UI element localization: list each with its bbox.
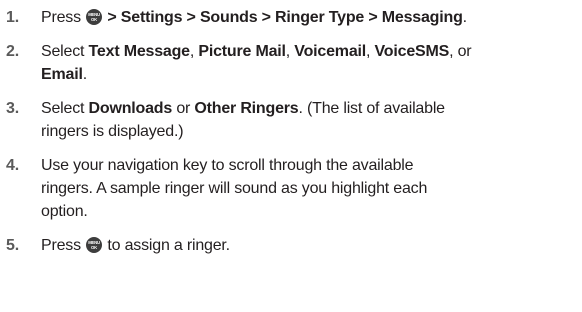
menu-ok-key-icon: MENU OK — [86, 9, 103, 25]
option-other-ringers: Other Ringers — [194, 100, 299, 117]
steps-list: 1. Press MENU OK > Settings > Sounds > R… — [6, 6, 582, 257]
step-number: 2. — [6, 43, 19, 60]
step-number: 1. — [6, 9, 19, 26]
svg-text:OK: OK — [91, 17, 97, 22]
step-text-line-1: Select Text Message, Picture Mail, Voice… — [41, 43, 472, 60]
menu-ok-key-icon: MENU OK — [86, 237, 103, 253]
step-4: 4. Use your navigation key to scroll thr… — [6, 154, 582, 223]
menu-path: > Settings > Sounds > Ringer Type > Mess… — [107, 9, 463, 26]
option-picture-mail: Picture Mail — [198, 43, 286, 60]
instructions-document: 1. Press MENU OK > Settings > Sounds > R… — [0, 0, 582, 312]
step-text: Press MENU OK > Settings > Sounds > Ring… — [41, 9, 467, 26]
step-number: 4. — [6, 157, 19, 174]
option-email: Email — [41, 66, 83, 83]
step-text-line-2: Email. — [41, 66, 87, 83]
option-voicemail: Voicemail — [294, 43, 367, 60]
step-number: 5. — [6, 237, 19, 254]
step-text-line-1: Use your navigation key to scroll throug… — [41, 157, 414, 174]
svg-text:OK: OK — [91, 245, 97, 250]
step-text-line-2: ringers. A sample ringer will sound as y… — [41, 180, 428, 197]
step-5: 5. Press MENU OK to assign a ringer. — [6, 234, 582, 257]
step-text-line-2: ringers is displayed.) — [41, 123, 184, 140]
option-voicesms: VoiceSMS — [374, 43, 450, 60]
step-text-line-3: option. — [41, 203, 88, 220]
step-text: Press MENU OK to assign a ringer. — [41, 237, 230, 254]
option-downloads: Downloads — [88, 100, 173, 117]
option-text-message: Text Message — [88, 43, 191, 60]
step-3: 3. Select Downloads or Other Ringers. (T… — [6, 97, 582, 143]
step-1: 1. Press MENU OK > Settings > Sounds > R… — [6, 6, 582, 29]
step-number: 3. — [6, 100, 19, 117]
step-text-line-1: Select Downloads or Other Ringers. (The … — [41, 100, 445, 117]
step-2: 2. Select Text Message, Picture Mail, Vo… — [6, 40, 582, 86]
